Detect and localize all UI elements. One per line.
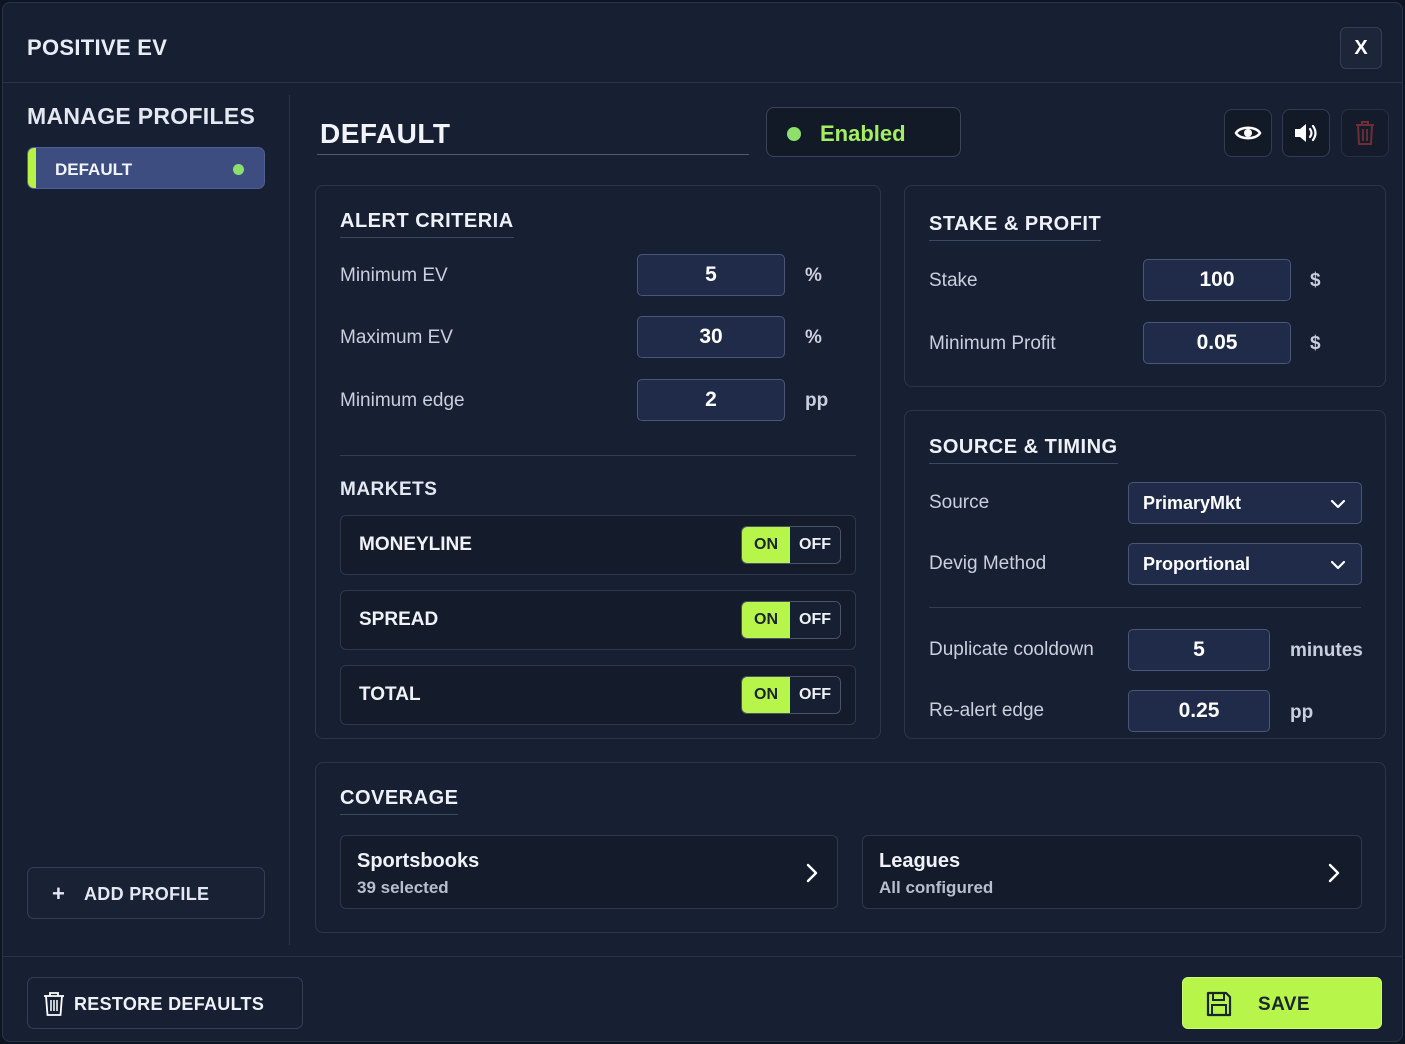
minimum-profit-label: Minimum Profit xyxy=(929,333,1056,354)
alert-criteria-title: ALERT CRITERIA xyxy=(340,210,514,238)
coverage-title: COVERAGE xyxy=(340,787,459,815)
maximum-ev-unit: % xyxy=(805,327,822,348)
modal-header: POSITIVE EV X xyxy=(3,3,1402,83)
stake-profit-title: STAKE & PROFIT xyxy=(929,213,1102,241)
minimum-edge-unit: pp xyxy=(805,390,829,411)
spread-off-option[interactable]: OFF xyxy=(790,602,840,638)
maximum-ev-label: Maximum EV xyxy=(340,327,453,348)
trash-icon xyxy=(1356,121,1374,145)
minimum-profit-unit: $ xyxy=(1310,333,1321,354)
re-alert-edge-unit: pp xyxy=(1290,702,1314,723)
minimum-ev-input[interactable] xyxy=(637,254,785,296)
footer-divider xyxy=(3,956,1402,957)
moneyline-toggle[interactable]: ON OFF xyxy=(741,526,841,564)
maximum-ev-input[interactable] xyxy=(637,316,785,358)
re-alert-edge-label: Re-alert edge xyxy=(929,700,1045,721)
trash-icon xyxy=(44,992,64,1016)
restore-defaults-button[interactable]: RESTORE DEFAULTS xyxy=(27,977,303,1029)
save-button[interactable]: SAVE xyxy=(1182,977,1382,1029)
market-row-total: TOTAL ON OFF xyxy=(340,665,856,725)
delete-profile-button[interactable] xyxy=(1341,109,1389,157)
devig-method-select[interactable]: Proportional xyxy=(1128,543,1362,585)
eye-icon xyxy=(1234,126,1262,140)
alert-criteria-card: ALERT CRITERIA Minimum EV % Maximum EV %… xyxy=(315,185,881,739)
total-on-option[interactable]: ON xyxy=(742,677,790,713)
sportsbooks-count: 39 selected xyxy=(357,878,449,897)
duplicate-cooldown-label: Duplicate cooldown xyxy=(929,639,1094,660)
chevron-down-icon xyxy=(1330,560,1346,570)
minimum-edge-input[interactable] xyxy=(637,379,785,421)
duplicate-cooldown-input[interactable] xyxy=(1128,629,1270,671)
preview-button[interactable] xyxy=(1224,109,1272,157)
moneyline-on-option[interactable]: ON xyxy=(742,527,790,563)
total-off-option[interactable]: OFF xyxy=(790,677,840,713)
market-label: TOTAL xyxy=(359,684,421,705)
status-dot-icon xyxy=(233,164,244,175)
chevron-right-icon xyxy=(1328,863,1340,883)
section-divider xyxy=(340,455,856,456)
minimum-ev-unit: % xyxy=(805,265,822,286)
source-value: PrimaryMkt xyxy=(1143,493,1242,513)
enabled-toggle[interactable]: Enabled xyxy=(766,107,961,157)
sidebar-divider xyxy=(289,95,290,945)
source-label: Source xyxy=(929,492,990,513)
profile-label: DEFAULT xyxy=(55,160,133,179)
source-timing-title: SOURCE & TIMING xyxy=(929,436,1118,464)
source-select[interactable]: PrimaryMkt xyxy=(1128,482,1362,524)
moneyline-off-option[interactable]: OFF xyxy=(790,527,840,563)
markets-title: MARKETS xyxy=(340,479,438,500)
add-profile-label: ADD PROFILE xyxy=(84,884,210,904)
market-label: SPREAD xyxy=(359,609,439,630)
stake-input[interactable] xyxy=(1143,259,1291,301)
minimum-profit-input[interactable] xyxy=(1143,322,1291,364)
chevron-right-icon xyxy=(806,863,818,883)
market-row-moneyline: MONEYLINE ON OFF xyxy=(340,515,856,575)
total-toggle[interactable]: ON OFF xyxy=(741,676,841,714)
chevron-down-icon xyxy=(1330,499,1346,509)
positive-ev-modal: POSITIVE EV X MANAGE PROFILES DEFAULT + … xyxy=(2,2,1403,1042)
plus-icon: + xyxy=(52,881,65,906)
section-divider xyxy=(929,607,1361,608)
enabled-dot-icon xyxy=(787,127,801,141)
save-icon xyxy=(1206,991,1232,1017)
sidebar-title: MANAGE PROFILES xyxy=(27,103,256,129)
leagues-tile[interactable]: Leagues All configured xyxy=(862,835,1362,909)
restore-defaults-label: RESTORE DEFAULTS xyxy=(74,994,265,1014)
minimum-ev-label: Minimum EV xyxy=(340,265,448,286)
re-alert-edge-input[interactable] xyxy=(1128,690,1270,732)
enabled-label: Enabled xyxy=(820,121,906,146)
market-row-spread: SPREAD ON OFF xyxy=(340,590,856,650)
add-profile-button[interactable]: + ADD PROFILE xyxy=(27,867,265,919)
source-timing-card: SOURCE & TIMING Source PrimaryMkt Devig … xyxy=(904,410,1386,739)
stake-label: Stake xyxy=(929,270,978,291)
sportsbooks-tile[interactable]: Sportsbooks 39 selected xyxy=(340,835,838,909)
sound-button[interactable] xyxy=(1282,109,1330,157)
coverage-card: COVERAGE Sportsbooks 39 selected Leagues… xyxy=(315,762,1386,933)
devig-method-value: Proportional xyxy=(1143,554,1250,574)
minimum-edge-label: Minimum edge xyxy=(340,390,465,411)
profile-name-input[interactable] xyxy=(317,113,749,155)
leagues-title: Leagues xyxy=(879,850,961,872)
profile-item-default[interactable]: DEFAULT xyxy=(27,147,265,189)
spread-toggle[interactable]: ON OFF xyxy=(741,601,841,639)
stake-profit-card: STAKE & PROFIT Stake $ Minimum Profit $ xyxy=(904,185,1386,387)
save-label: SAVE xyxy=(1258,994,1310,1015)
speaker-icon xyxy=(1295,124,1317,142)
market-label: MONEYLINE xyxy=(359,534,472,555)
duplicate-cooldown-unit: minutes xyxy=(1290,640,1363,661)
devig-method-label: Devig Method xyxy=(929,553,1047,574)
spread-on-option[interactable]: ON xyxy=(742,602,790,638)
stake-unit: $ xyxy=(1310,270,1321,291)
sportsbooks-title: Sportsbooks xyxy=(357,850,480,872)
modal-title: POSITIVE EV xyxy=(27,35,168,60)
close-button[interactable]: X xyxy=(1340,27,1382,69)
active-indicator xyxy=(28,148,36,188)
leagues-status: All configured xyxy=(879,878,994,897)
